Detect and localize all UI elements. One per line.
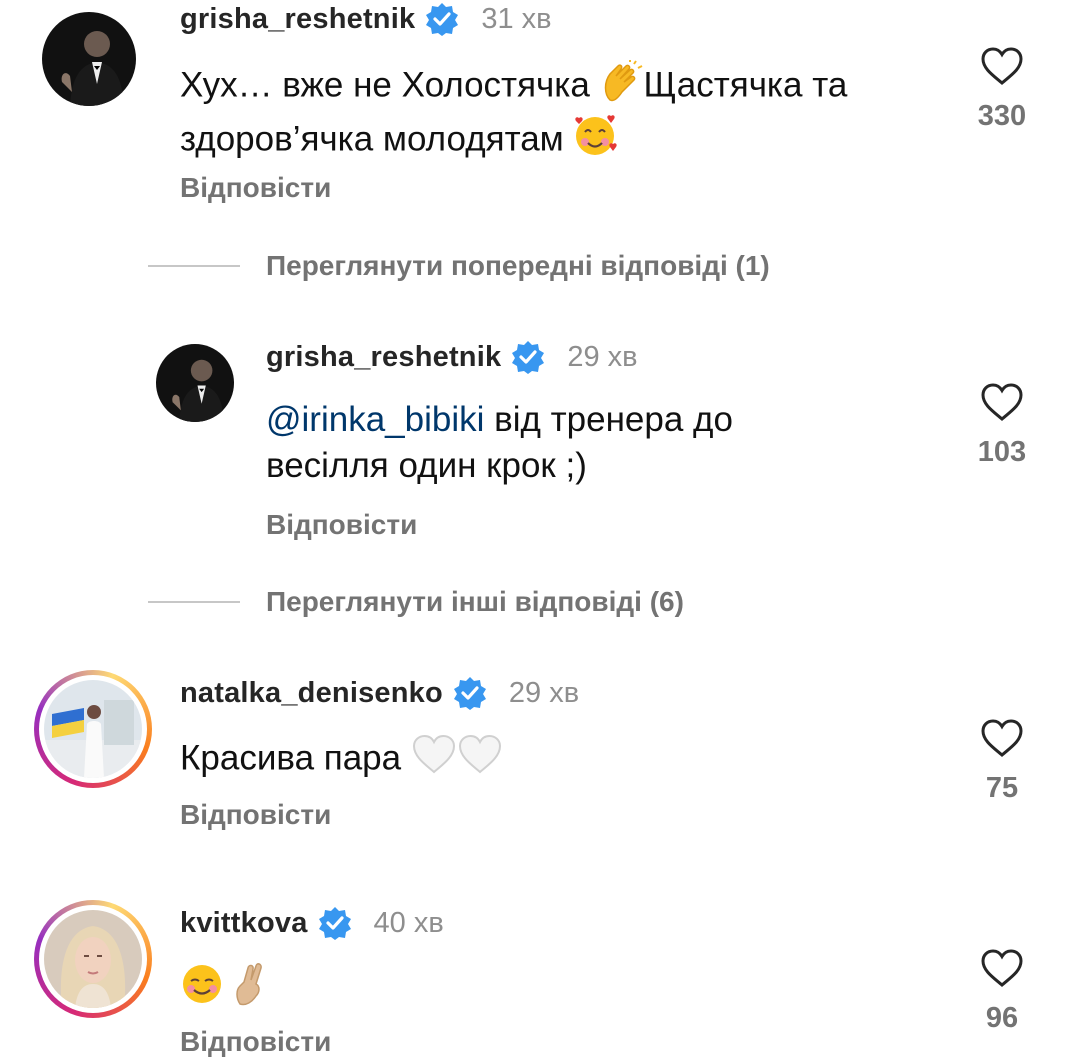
divider — [148, 601, 240, 603]
comment-time: 29 хв — [567, 340, 638, 373]
view-previous-replies-button[interactable]: Переглянути попередні відповіді (1) — [148, 250, 770, 282]
heart-icon[interactable] — [980, 948, 1024, 988]
username[interactable]: grisha_reshetnik — [180, 3, 415, 36]
clapping-hands-emoji-icon — [600, 59, 644, 114]
verified-badge-icon — [511, 340, 545, 374]
comment-text-part: Красива пара — [180, 738, 411, 778]
like-count: 75 — [985, 772, 1019, 804]
username[interactable]: grisha_reshetnik — [266, 341, 501, 374]
view-replies-label: Переглянути інші відповіді (6) — [266, 586, 684, 617]
verified-badge-icon — [318, 906, 352, 940]
smiling-face-with-hearts-emoji-icon — [573, 114, 619, 168]
comment-text-part: Щастячка та — [643, 65, 848, 105]
view-other-replies-button[interactable]: Переглянути інші відповіді (6) — [148, 586, 684, 618]
like-count: 96 — [985, 1002, 1019, 1034]
comment-time: 29 хв — [508, 676, 580, 709]
avatar[interactable] — [34, 900, 152, 1018]
heart-icon[interactable] — [980, 718, 1024, 758]
mention-link[interactable]: @irinka_bibiki — [266, 400, 484, 439]
like-button[interactable]: 103 — [962, 382, 1042, 469]
reply-button[interactable]: Відповісти — [266, 509, 417, 541]
comment-text — [180, 962, 270, 1018]
divider — [148, 265, 240, 267]
comment-text-part: весілля один крок ;) — [266, 446, 587, 485]
like-button[interactable]: 96 — [962, 948, 1042, 1035]
verified-badge-icon — [425, 2, 459, 36]
verified-badge-icon — [453, 676, 487, 710]
like-count: 103 — [977, 436, 1027, 468]
comment-time: 40 хв — [373, 906, 444, 939]
heart-icon[interactable] — [980, 382, 1024, 422]
avatar[interactable] — [42, 12, 136, 106]
comment-text-part: Хух… вже не Холостячка — [180, 65, 600, 105]
reply-button[interactable]: Відповісти — [180, 1026, 331, 1058]
reply-button[interactable]: Відповісти — [180, 799, 331, 831]
avatar[interactable] — [156, 344, 234, 422]
comment-text: @irinka_bibiki від тренера до весілля од… — [266, 397, 733, 489]
comment-text: Красива пара — [180, 733, 503, 787]
comment-text-part: здоров’ячка молодятам — [180, 119, 574, 159]
white-heart-emoji-icon — [411, 733, 457, 787]
avatar[interactable] — [34, 670, 152, 788]
view-replies-label: Переглянути попередні відповіді (1) — [266, 250, 770, 281]
like-button[interactable]: 330 — [962, 46, 1042, 133]
comment-text: Хух… вже не Холостячка Щастячка та здоро… — [180, 59, 848, 168]
like-count: 330 — [977, 100, 1027, 132]
comment-time: 31 хв — [481, 2, 552, 35]
username[interactable]: kvittkova — [180, 907, 308, 940]
comment-text-part: від тренера до — [484, 400, 733, 439]
smiling-face-emoji-icon — [180, 962, 224, 1018]
reply-button[interactable]: Відповісти — [180, 172, 331, 204]
heart-icon[interactable] — [980, 46, 1024, 86]
username[interactable]: natalka_denisenko — [180, 677, 443, 710]
like-button[interactable]: 75 — [962, 718, 1042, 805]
white-heart-emoji-icon — [457, 733, 503, 787]
crossed-fingers-emoji-icon — [230, 962, 270, 1018]
